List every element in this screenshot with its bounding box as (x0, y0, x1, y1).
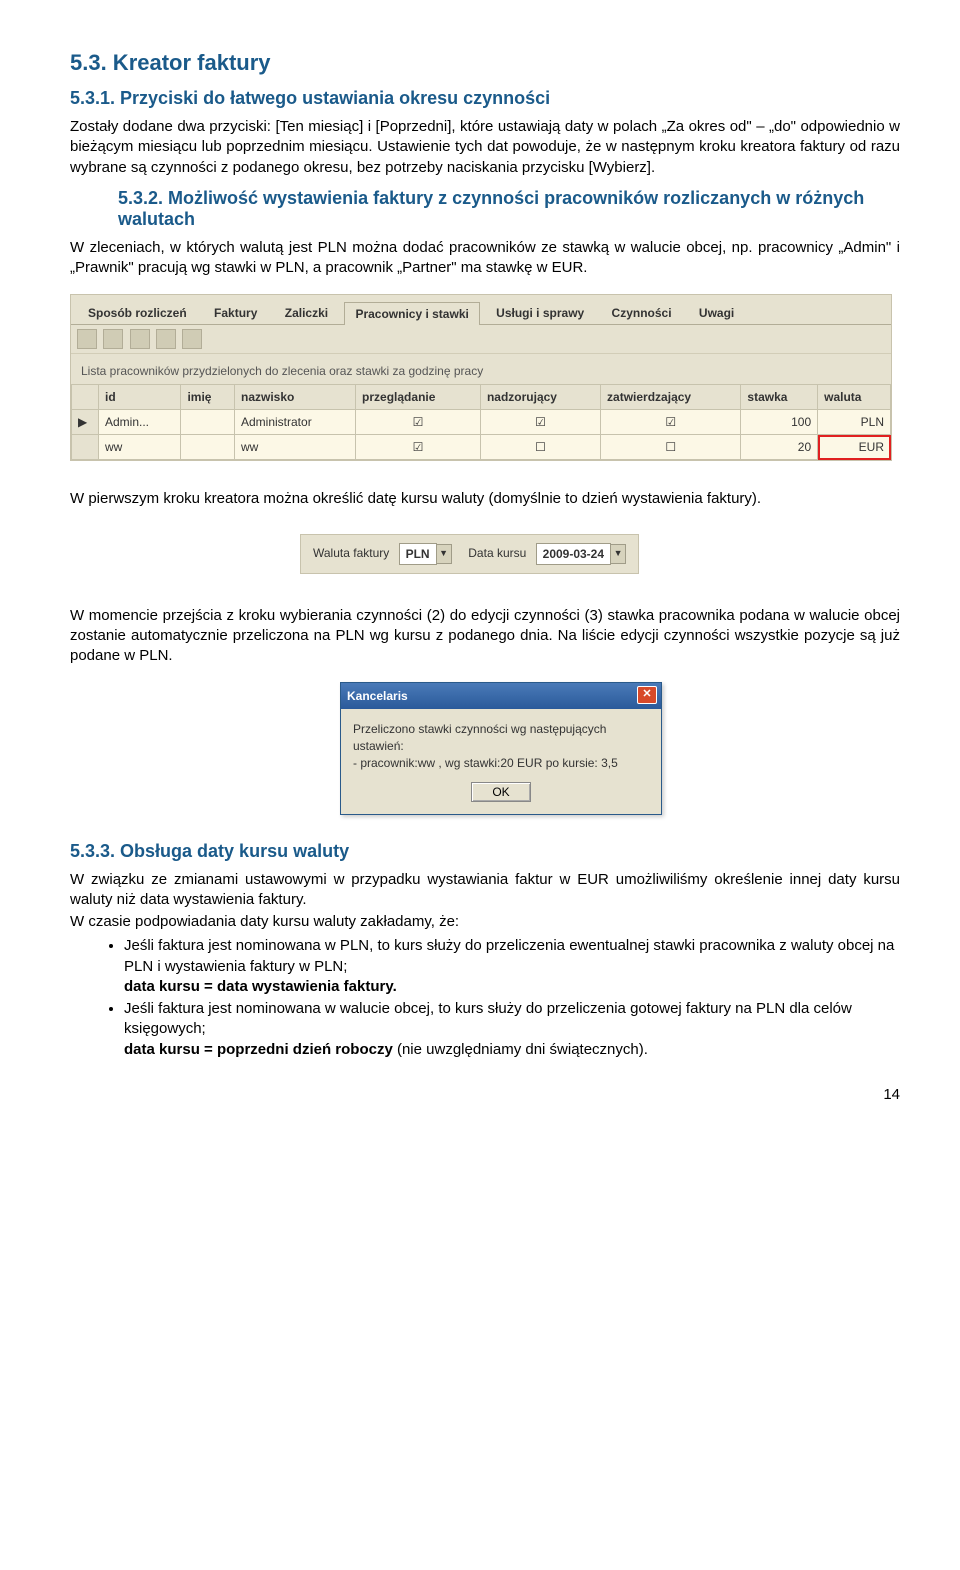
cell-imie (181, 410, 235, 435)
para-533a: W związku ze zmianami ustawowymi w przyp… (70, 870, 900, 911)
rowmark-icon (72, 435, 99, 460)
para-533b: W czasie podpowiadania daty kursu waluty… (70, 912, 900, 932)
cell-zatw[interactable]: ☐ (601, 435, 741, 460)
cancel-icon[interactable] (103, 329, 123, 349)
currency-field[interactable]: PLN (399, 543, 437, 565)
tab-uwagi[interactable]: Uwagi (688, 301, 745, 324)
col-nazwisko[interactable]: nazwisko (235, 385, 356, 410)
cell-id: ww (99, 435, 181, 460)
ok-icon[interactable] (77, 329, 97, 349)
bullet-bold: data kursu = poprzedni dzień roboczy (124, 1041, 393, 1058)
bullet-tail: (nie uwzględniamy dni świątecznych). (393, 1041, 648, 1058)
heading-532: 5.3.2. Możliwość wystawienia faktury z c… (118, 188, 900, 230)
para-after-table: W pierwszym kroku kreatora można określi… (70, 489, 900, 509)
tab-pracownicy[interactable]: Pracownicy i stawki (344, 302, 479, 325)
para-531: Zostały dodane dwa przyciski: [Ten miesi… (70, 117, 900, 178)
tab-bar: Sposób rozliczeń Faktury Zaliczki Pracow… (71, 295, 891, 325)
cell-nazwisko: ww (235, 435, 356, 460)
para-532: W zleceniach, w których walutą jest PLN … (70, 238, 900, 279)
list-item: Jeśli faktura jest nominowana w walucie … (124, 999, 900, 1060)
chevron-down-icon[interactable]: ▼ (436, 544, 452, 564)
copy-icon[interactable] (130, 329, 150, 349)
heading-53: 5.3. Kreator faktury (70, 50, 900, 76)
kancelaris-dialog: Kancelaris ✕ Przeliczono stawki czynnośc… (340, 682, 662, 814)
tab-sposob[interactable]: Sposób rozliczeń (77, 301, 198, 324)
date-field[interactable]: 2009-03-24 (536, 543, 611, 565)
workers-panel: Sposób rozliczeń Faktury Zaliczki Pracow… (70, 294, 892, 461)
workers-table: id imię nazwisko przeglądanie nadzorując… (71, 384, 891, 460)
cell-imie (181, 435, 235, 460)
para-after-bar: W momencie przejścia z kroku wybierania … (70, 606, 900, 667)
list-item: Jeśli faktura jest nominowana w PLN, to … (124, 936, 900, 997)
heading-533: 5.3.3. Obsługa daty kursu waluty (70, 841, 900, 862)
col-przeg[interactable]: przeglądanie (356, 385, 481, 410)
table-row[interactable]: ww ww ☑ ☐ ☐ 20 EUR (72, 435, 891, 460)
cell-przeg[interactable]: ☑ (356, 435, 481, 460)
page-number: 14 (70, 1086, 900, 1103)
dialog-body: Przeliczono stawki czynności wg następuj… (341, 709, 661, 781)
dialog-title: Kancelaris ✕ (341, 683, 661, 709)
rowmark-icon: ▶ (72, 410, 99, 435)
table-header-row: id imię nazwisko przeglądanie nadzorując… (72, 385, 891, 410)
list-caption: Lista pracowników przydzielonych do zlec… (71, 354, 891, 384)
cell-waluta: PLN (818, 410, 891, 435)
dialog-title-text: Kancelaris (347, 689, 408, 703)
heading-531: 5.3.1. Przyciski do łatwego ustawiania o… (70, 88, 900, 109)
rowmark-header (72, 385, 99, 410)
col-waluta[interactable]: waluta (818, 385, 891, 410)
cell-stawka: 100 (741, 410, 818, 435)
cell-nadz[interactable]: ☑ (480, 410, 600, 435)
col-nadz[interactable]: nadzorujący (480, 385, 600, 410)
add-icon[interactable] (156, 329, 176, 349)
panel-toolbar (71, 325, 891, 354)
cell-przeg[interactable]: ☑ (356, 410, 481, 435)
cell-zatw[interactable]: ☑ (601, 410, 741, 435)
col-zatw[interactable]: zatwierdzający (601, 385, 741, 410)
chevron-down-icon[interactable]: ▼ (610, 544, 626, 564)
tab-uslugi[interactable]: Usługi i sprawy (485, 301, 595, 324)
bullet-text: Jeśli faktura jest nominowana w PLN, to … (124, 937, 894, 974)
tab-zaliczki[interactable]: Zaliczki (274, 301, 339, 324)
ok-button[interactable]: OK (471, 782, 530, 802)
col-id[interactable]: id (99, 385, 181, 410)
label-currency: Waluta faktury (313, 546, 389, 560)
bullet-list: Jeśli faktura jest nominowana w PLN, to … (70, 936, 900, 1060)
cell-stawka: 20 (741, 435, 818, 460)
col-stawka[interactable]: stawka (741, 385, 818, 410)
dialog-line1: Przeliczono stawki czynności wg następuj… (353, 721, 649, 755)
tab-czynnosci[interactable]: Czynności (601, 301, 683, 324)
cell-nazwisko: Administrator (235, 410, 356, 435)
cell-waluta: EUR (818, 435, 891, 460)
tab-faktury[interactable]: Faktury (203, 301, 268, 324)
currency-date-bar: Waluta faktury PLN▼ Data kursu 2009-03-2… (300, 534, 639, 574)
dialog-line2: - pracownik:ww , wg stawki:20 EUR po kur… (353, 755, 649, 772)
bullet-bold: data kursu = data wystawienia faktury. (124, 978, 397, 995)
table-row[interactable]: ▶ Admin... Administrator ☑ ☑ ☑ 100 PLN (72, 410, 891, 435)
close-icon[interactable]: ✕ (637, 686, 657, 704)
cell-id: Admin... (99, 410, 181, 435)
col-imie[interactable]: imię (181, 385, 235, 410)
delete-icon[interactable] (182, 329, 202, 349)
cell-nadz[interactable]: ☐ (480, 435, 600, 460)
bullet-text: Jeśli faktura jest nominowana w walucie … (124, 1000, 852, 1037)
label-date: Data kursu (468, 546, 526, 560)
